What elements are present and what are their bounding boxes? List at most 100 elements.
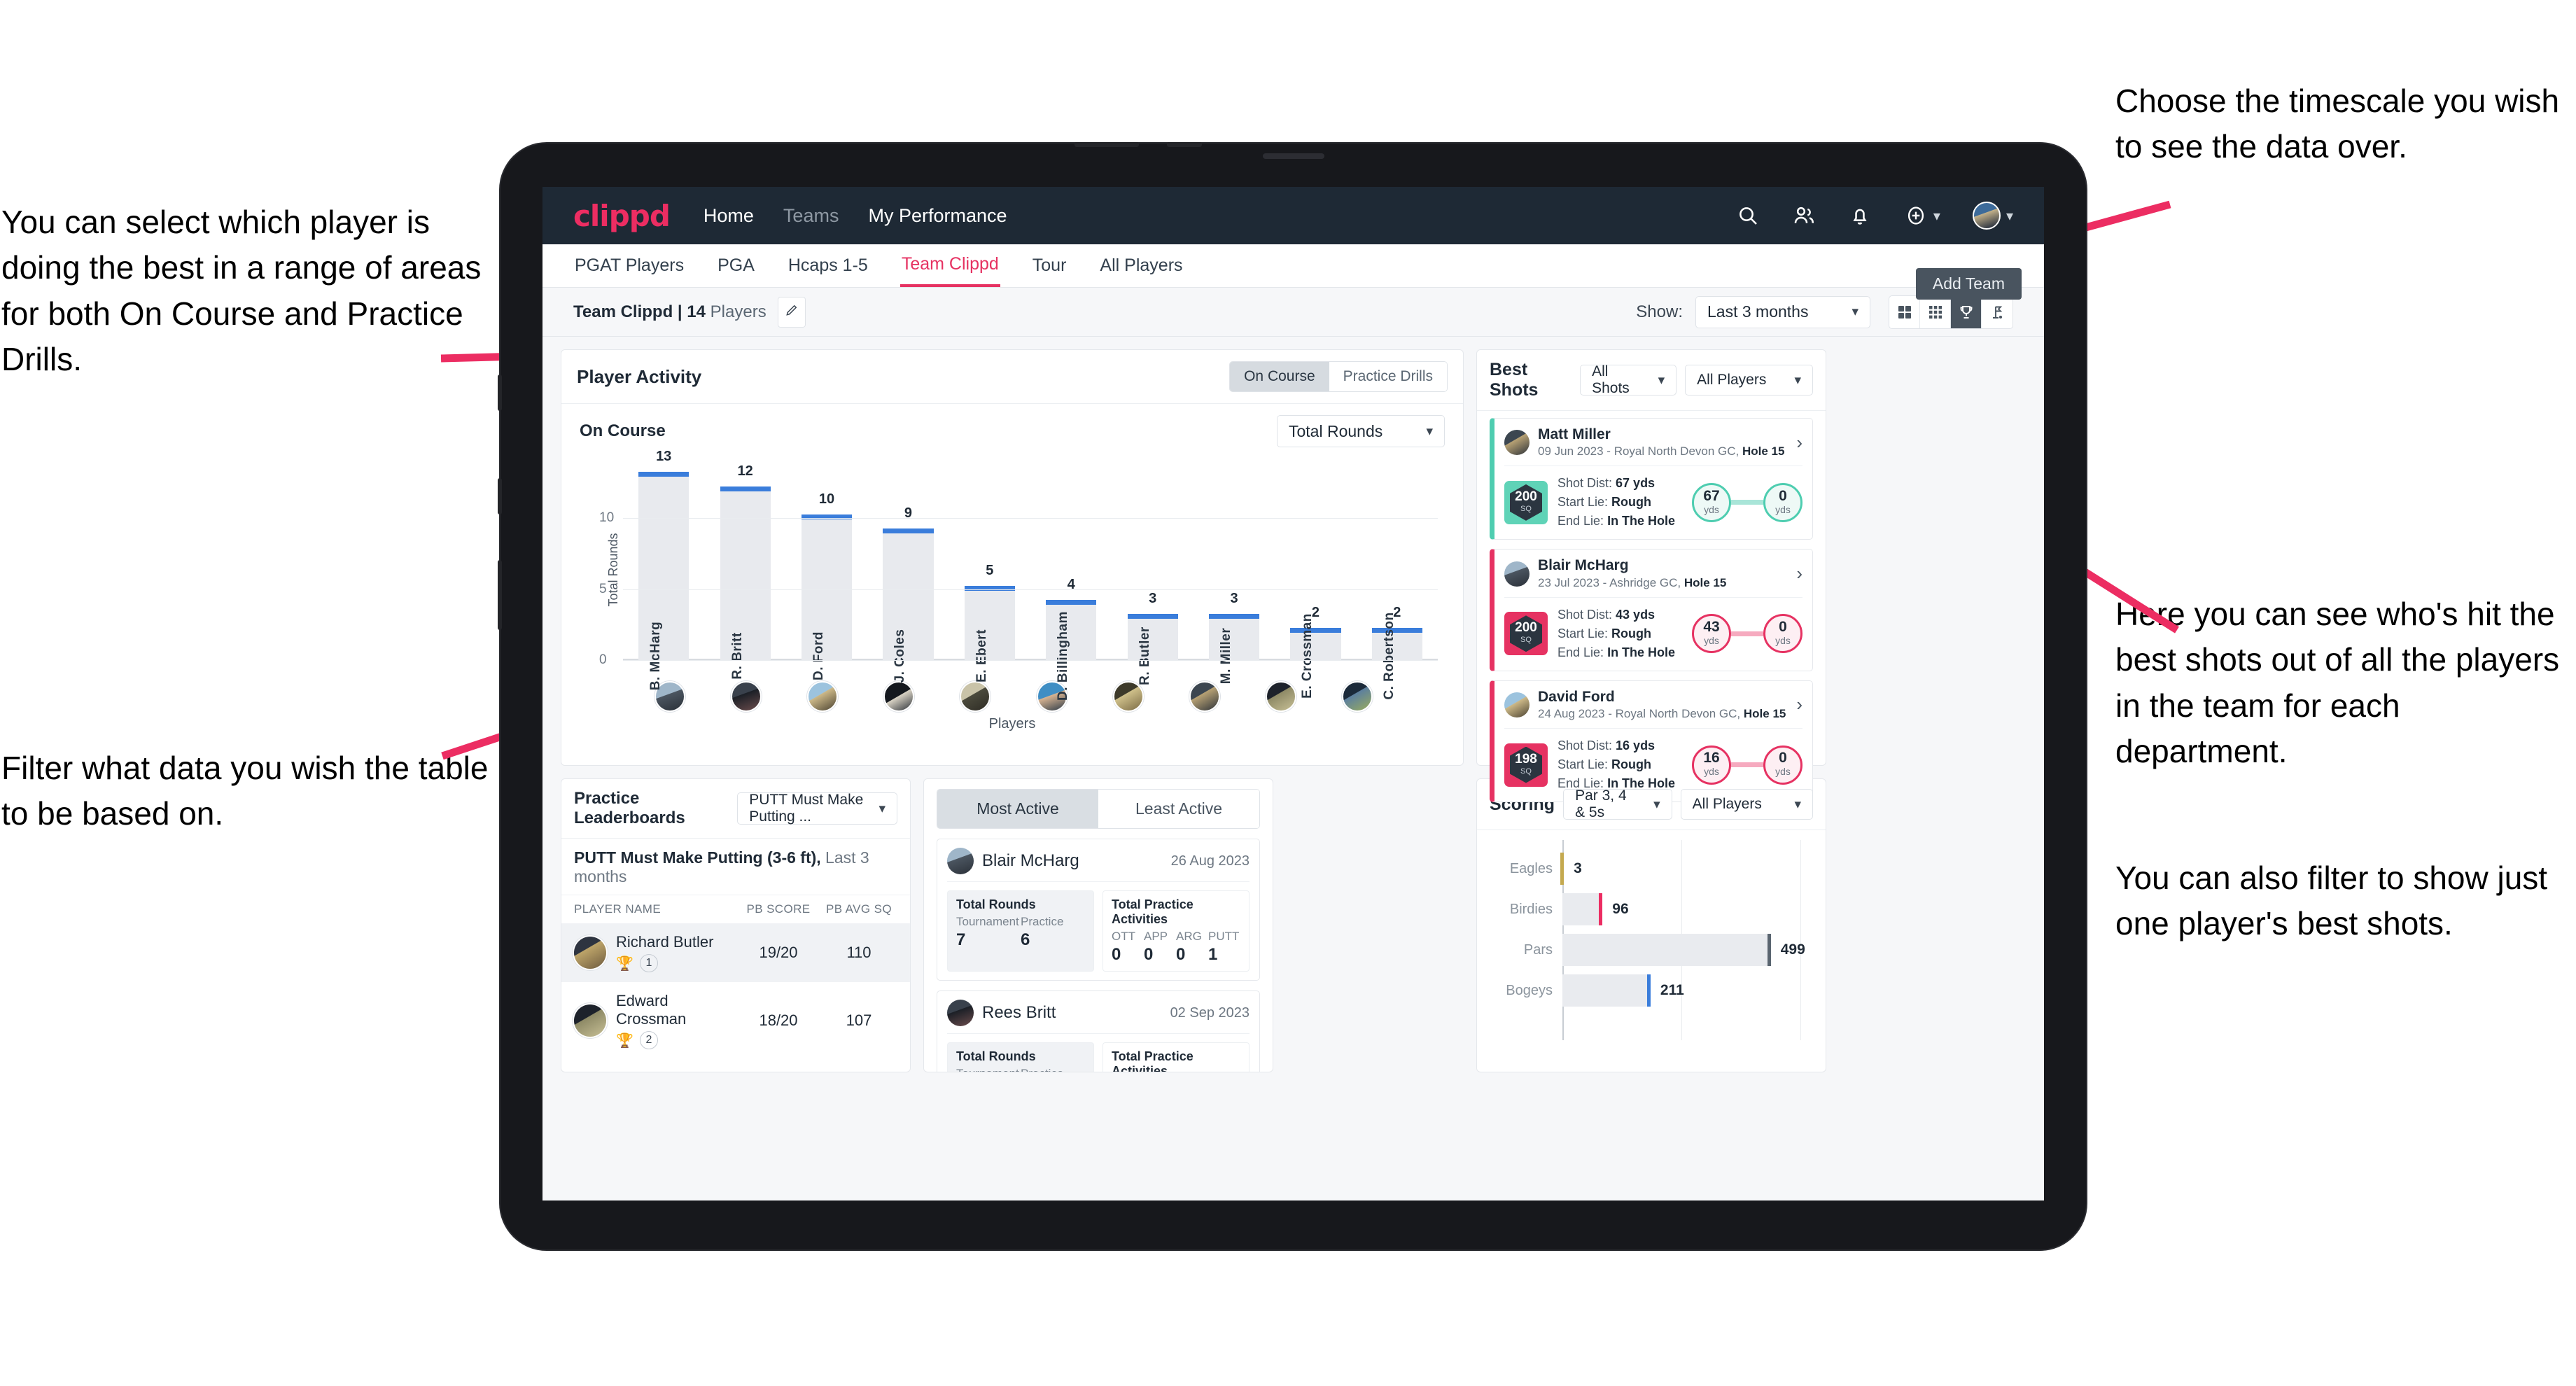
plus-circle-icon[interactable]: [1904, 204, 1928, 227]
chart-bar-value: 12: [737, 463, 753, 479]
scoring-bar-value: 499: [1780, 941, 1805, 958]
chart-bar[interactable]: 12 R. Britt: [720, 463, 771, 680]
total-rounds-title: Total Rounds: [956, 897, 1036, 911]
chart-bar[interactable]: 13 B. McHarg: [638, 449, 690, 690]
chart-bar-slot[interactable]: 3 M. Miller: [1194, 461, 1275, 684]
search-icon[interactable]: [1736, 204, 1760, 227]
tab-least-active[interactable]: Least Active: [1098, 790, 1259, 828]
nav-link-teams[interactable]: Teams: [783, 205, 839, 227]
avatar[interactable]: [1266, 681, 1297, 712]
avatar[interactable]: [1112, 681, 1144, 712]
trophy-icon[interactable]: [1951, 295, 1982, 328]
chart-bar-slot[interactable]: 3 R. Butler: [1112, 461, 1193, 685]
chart-bar[interactable]: 2 E. Crossman: [1290, 605, 1341, 699]
chart-bar[interactable]: 9 J. Coles: [883, 505, 934, 682]
activity-player-card[interactable]: Blair McHarg 26 Aug 2023 Total Rounds To…: [937, 839, 1260, 981]
avatar: [1504, 692, 1530, 718]
tab-hcaps-1-5[interactable]: Hcaps 1-5: [787, 246, 869, 286]
tab-pgat-players[interactable]: PGAT Players: [573, 246, 685, 286]
top-navigation-bar: clippd Home Teams My Performance ▾ ▾: [542, 187, 2044, 244]
chart-bar-slot[interactable]: 5 E. Ebert: [949, 461, 1030, 682]
player-activity-title: Player Activity: [577, 365, 702, 387]
tab-pga[interactable]: PGA: [716, 246, 756, 286]
distance-start-value: 43: [1703, 618, 1720, 635]
scoring-row[interactable]: Pars 499: [1490, 930, 1813, 970]
chart-bar-slot[interactable]: 2 C. Robertson: [1357, 461, 1438, 700]
chart-bar-slot[interactable]: 10 D. Ford: [786, 461, 867, 680]
chevron-right-icon[interactable]: ›: [1796, 432, 1802, 454]
shot-dist-label: Shot Dist:: [1558, 738, 1616, 753]
activity-player-card[interactable]: Rees Britt 02 Sep 2023 Total Rounds Tour…: [937, 990, 1260, 1072]
scoring-player-select[interactable]: All Players ▾: [1680, 789, 1813, 820]
brand-logo[interactable]: clippd: [573, 199, 671, 233]
avatar[interactable]: [1972, 202, 2001, 230]
best-shot-card[interactable]: David Ford 24 Aug 2023 - Royal North Dev…: [1490, 680, 1813, 803]
tab-tour[interactable]: Tour: [1031, 246, 1068, 286]
top-nav-actions: ▾ ▾: [1736, 202, 2013, 230]
table-row[interactable]: Richard Butler 🏆 1 19/20 110: [561, 923, 910, 982]
chart-bar-slot[interactable]: 9 J. Coles: [867, 461, 948, 682]
chart-bar-label: C. Robertson: [1381, 612, 1396, 700]
pb-score-value: 19/20: [759, 944, 798, 961]
flag-icon[interactable]: [1982, 296, 2012, 328]
tab-all-players[interactable]: All Players: [1098, 246, 1184, 286]
chart-bars: 13 B. McHarg 12 R. Britt 10 D. Ford 9 J. Coles 5…: [623, 449, 1438, 701]
grid-small-icon[interactable]: [1920, 295, 1951, 328]
best-shots-player-select[interactable]: All Players ▾: [1685, 365, 1813, 396]
timescale-select[interactable]: Last 3 months ▾: [1695, 295, 1870, 328]
shot-dist-value: 43 yds: [1616, 607, 1656, 622]
scoring-row[interactable]: Birdies 96: [1490, 889, 1813, 930]
distance-start-circle: 16 yds: [1692, 745, 1731, 785]
segment-practice-drills[interactable]: Practice Drills: [1329, 362, 1447, 391]
avatar[interactable]: [730, 681, 762, 712]
nav-link-home[interactable]: Home: [704, 205, 754, 227]
distance-end-value: 0: [1779, 487, 1787, 504]
chart-bar-slot[interactable]: 13 B. McHarg: [623, 449, 704, 690]
grid-large-icon[interactable]: [1889, 295, 1920, 328]
tablet-top-button-b: [1167, 142, 1202, 147]
scoring-row[interactable]: Bogeys 211: [1490, 970, 1813, 1011]
scoring-row[interactable]: Eagles 3: [1490, 848, 1813, 889]
avatar[interactable]: [1342, 681, 1373, 712]
shot-details: Shot Dist: 43 yds Start Lie: Rough End L…: [1558, 606, 1675, 662]
chart-bar-label: R. Britt: [729, 632, 745, 680]
avatar[interactable]: [883, 681, 915, 712]
shot-hole: Hole 15: [1684, 575, 1727, 589]
shot-type-select[interactable]: All Shots ▾: [1580, 363, 1677, 396]
chart-bar[interactable]: 5 E. Ebert: [964, 563, 1015, 682]
nav-link-my-performance[interactable]: My Performance: [868, 205, 1007, 227]
avatar[interactable]: [960, 681, 991, 712]
best-shot-card[interactable]: Matt Miller 09 Jun 2023 - Royal North De…: [1490, 418, 1813, 540]
par-select[interactable]: Par 3, 4 & 5s ▾: [1563, 788, 1672, 820]
chart-bar[interactable]: 2 C. Robertson: [1371, 605, 1422, 700]
chart-bar-slot[interactable]: 12 R. Britt: [704, 461, 785, 680]
shot-hole: Hole 15: [1742, 444, 1785, 458]
leaderboard-column-headers: PLAYER NAME PB SCORE PB AVG SQ: [561, 895, 910, 923]
chevron-right-icon[interactable]: ›: [1796, 694, 1802, 715]
avatar[interactable]: [1189, 681, 1220, 712]
chart-bar[interactable]: 4 D. Billingham: [1046, 577, 1097, 701]
annotation-right-top: Choose the timescale you wish to see the…: [2115, 83, 2560, 165]
chart-bar[interactable]: 3 M. Miller: [1208, 591, 1260, 684]
metric-select[interactable]: Total Rounds ▾: [1277, 415, 1445, 447]
scoring-bar: [1562, 934, 1771, 966]
best-shot-card[interactable]: Blair McHarg 23 Jul 2023 - Ashridge GC, …: [1490, 549, 1813, 671]
avatar-chevron-down-icon[interactable]: ▾: [2006, 207, 2013, 225]
bell-icon[interactable]: [1848, 204, 1872, 227]
chart-bar-value: 3: [1230, 591, 1238, 607]
chart-bar-label: R. Butler: [1137, 626, 1152, 685]
activity-date: 26 Aug 2023: [1170, 853, 1250, 869]
table-row[interactable]: Edward Crossman 🏆 2 18/20 107: [561, 982, 910, 1059]
edit-team-button[interactable]: [777, 296, 806, 328]
drill-select[interactable]: PUTT Must Make Putting ... ▾: [737, 792, 897, 825]
tab-team-clippd[interactable]: Team Clippd: [899, 244, 1000, 287]
tab-most-active[interactable]: Most Active: [937, 790, 1098, 828]
chart-bar[interactable]: 3 R. Butler: [1127, 591, 1178, 685]
chart-bar-slot[interactable]: 2 E. Crossman: [1275, 461, 1356, 699]
people-icon[interactable]: [1792, 204, 1816, 227]
chart-bar-slot[interactable]: 4 D. Billingham: [1030, 461, 1112, 701]
avatar[interactable]: [806, 681, 838, 712]
chevron-right-icon[interactable]: ›: [1796, 563, 1802, 584]
segment-on-course[interactable]: On Course: [1230, 362, 1329, 391]
plus-chevron-down-icon[interactable]: ▾: [1933, 207, 1940, 225]
